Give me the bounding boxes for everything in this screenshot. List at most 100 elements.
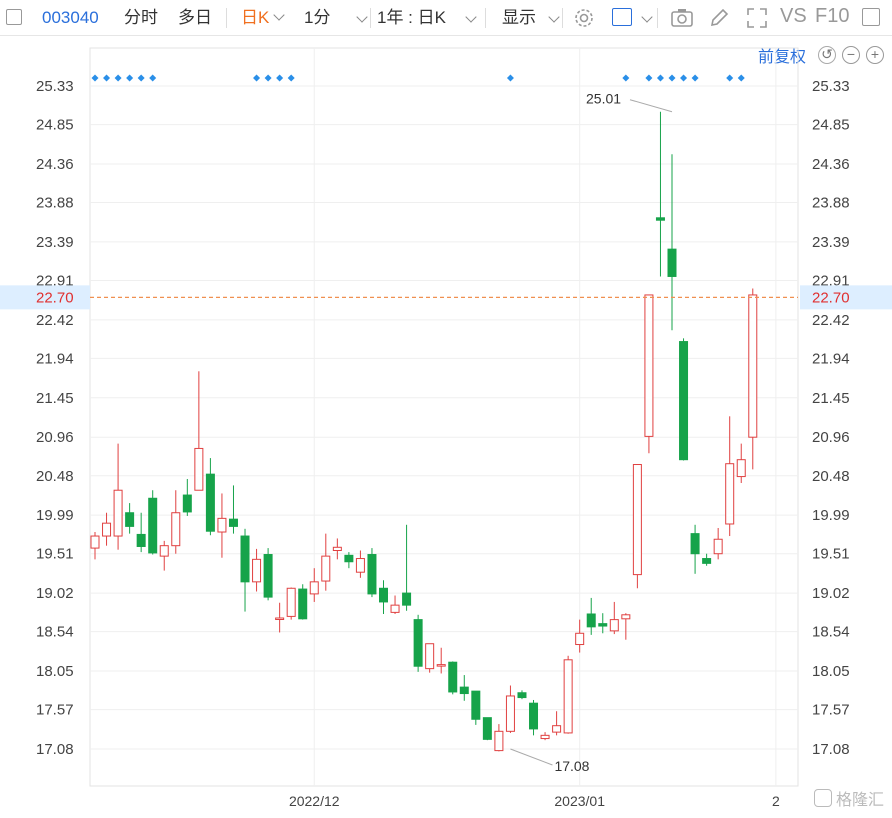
candle-body — [748, 294, 758, 438]
chevron-down-icon — [273, 9, 286, 21]
candle — [182, 478, 192, 516]
tab-multiday[interactable]: 多日 — [178, 8, 212, 28]
candle-body — [390, 604, 400, 613]
y-tick-label-left: 19.51 — [36, 546, 74, 563]
tab-intraday[interactable]: 分时 — [124, 8, 158, 28]
event-marker — [91, 74, 99, 82]
min-leader-line — [510, 748, 553, 766]
candle — [713, 528, 723, 560]
y-tick-label-left: 17.57 — [36, 702, 74, 719]
candle-body — [298, 588, 308, 620]
candle-body — [679, 341, 689, 461]
y-tick-label-left: 23.88 — [36, 195, 74, 212]
candle-body — [252, 558, 262, 583]
candle-body — [690, 533, 700, 555]
y-tick-label-right: 19.99 — [812, 507, 850, 524]
current-price-label-left: 22.70 — [36, 289, 74, 306]
candle — [517, 690, 527, 700]
candle-body — [736, 459, 746, 478]
tab-day-k-label: 日K — [241, 8, 270, 27]
candle-body — [586, 613, 596, 628]
chevron-down-icon[interactable] — [641, 11, 653, 23]
event-marker — [137, 74, 145, 82]
y-tick-label-left: 21.94 — [36, 350, 74, 367]
candle-body — [632, 464, 642, 576]
candle-body — [471, 690, 481, 720]
watermark-logo-icon — [813, 789, 832, 807]
candle — [505, 685, 515, 733]
y-tick-label-right: 23.39 — [812, 234, 850, 251]
color-box-icon[interactable] — [612, 8, 632, 26]
candle-body — [102, 522, 112, 537]
event-marker — [726, 74, 734, 82]
gear-icon[interactable] — [572, 6, 596, 30]
candle-body — [367, 554, 377, 595]
y-tick-label-right: 24.36 — [812, 156, 850, 173]
range-selector[interactable]: 1年 : 日K — [377, 8, 446, 28]
x-axis: 2022/12 2023/01 2 — [289, 793, 780, 809]
candle — [286, 587, 296, 620]
candle — [702, 553, 712, 566]
y-tick-label-left: 19.99 — [36, 507, 74, 524]
y-tick-label-left: 18.54 — [36, 624, 74, 641]
y-tick-label-right: 17.57 — [812, 702, 850, 719]
tab-minute[interactable]: 1分 — [304, 8, 330, 28]
chevron-down-icon[interactable] — [356, 11, 368, 23]
chevron-down-icon[interactable] — [548, 11, 560, 23]
candle — [540, 732, 550, 741]
camera-icon[interactable] — [670, 7, 694, 29]
y-tick-label-right: 18.54 — [812, 624, 850, 641]
y-tick-label-left: 25.33 — [36, 78, 74, 95]
vs-button[interactable]: VS — [780, 6, 807, 26]
candle — [159, 540, 169, 571]
plot-frame — [89, 47, 799, 787]
max-price-label: 25.01 — [586, 91, 621, 107]
y-tick-label-right: 20.48 — [812, 468, 850, 485]
candle — [609, 601, 619, 635]
kline-chart[interactable]: 25.33 25.33 24.85 24.85 24.36 24.36 23.88 23.88… — [0, 36, 892, 818]
candle-body — [125, 512, 135, 527]
event-marker — [253, 74, 261, 82]
candle — [563, 655, 573, 734]
candle — [367, 548, 377, 598]
event-marker — [656, 74, 664, 82]
y-tick-label-left: 20.96 — [36, 429, 74, 446]
candle — [482, 717, 492, 741]
fullscreen-icon[interactable] — [745, 6, 769, 30]
chevron-down-icon[interactable] — [465, 11, 477, 23]
candle-body — [263, 554, 273, 598]
candle-body — [517, 692, 527, 699]
candle-body — [321, 555, 331, 582]
panel-toggle-icon[interactable] — [862, 8, 880, 26]
candle — [125, 503, 135, 534]
candle — [171, 490, 181, 554]
y-tick-label-right: 19.51 — [812, 546, 850, 563]
tab-day-k[interactable]: 日K — [241, 8, 286, 28]
y-tick-label-left: 22.42 — [36, 312, 74, 329]
candle-body — [136, 533, 146, 547]
watermark: 格隆汇 — [813, 786, 884, 810]
f10-button[interactable]: F10 — [815, 6, 849, 26]
y-tick-label-left: 24.36 — [36, 156, 74, 173]
y-tick-label-left: 19.02 — [36, 585, 74, 602]
pencil-icon[interactable] — [707, 6, 731, 30]
event-marker — [645, 74, 653, 82]
candle-body — [228, 518, 238, 527]
candle — [275, 602, 285, 633]
candle-body — [240, 535, 250, 583]
candle — [390, 595, 400, 614]
candle-body — [182, 494, 192, 513]
candle — [194, 371, 204, 491]
candle — [148, 490, 158, 555]
candle-body — [621, 614, 631, 620]
stock-code[interactable]: 003040 — [42, 8, 99, 28]
sidebar-toggle-icon[interactable] — [6, 9, 22, 25]
candle — [402, 524, 412, 611]
watermark-text: 格隆汇 — [835, 792, 884, 809]
candle — [459, 675, 469, 701]
toolbar: 003040 分时 多日 日K 1分 1年 : 日K 显示 VS F10 — [0, 0, 892, 36]
event-marker — [103, 74, 111, 82]
display-menu[interactable]: 显示 — [502, 8, 536, 28]
candle — [632, 464, 642, 589]
candle-body — [194, 447, 204, 491]
